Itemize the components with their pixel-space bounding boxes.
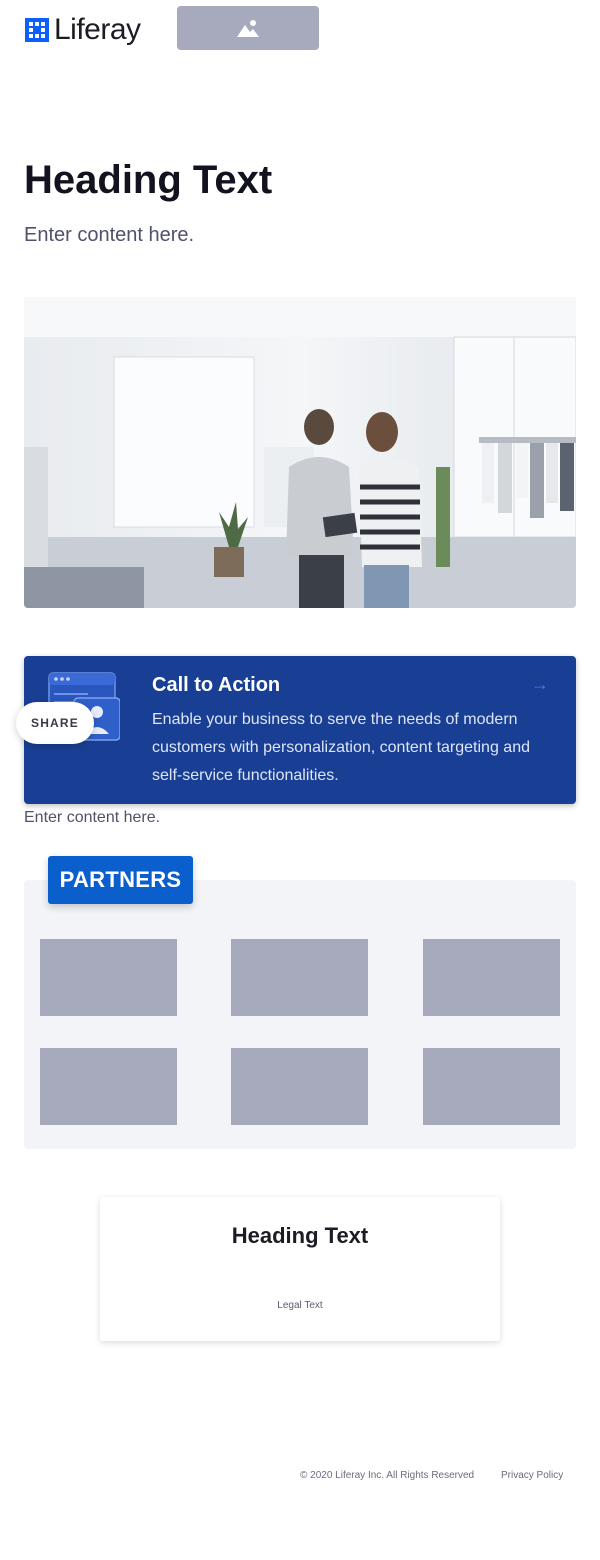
store-photo [24, 297, 576, 608]
partner-logo-placeholder [423, 939, 560, 1016]
partners-panel [24, 880, 576, 1149]
call-to-action-card[interactable]: Call to Action → Enable your business to… [24, 656, 576, 804]
hero-body-text: Enter content here. [24, 224, 195, 246]
logo-text: Liferay [54, 13, 141, 46]
photo-illustration [24, 297, 576, 608]
partner-logo-placeholder [40, 1048, 177, 1125]
liferay-logo[interactable]: Liferay [25, 14, 141, 46]
arrow-right-icon[interactable]: → [531, 673, 549, 695]
card-heading: Heading Text [231, 1223, 369, 1248]
legal-text: Legal Text [277, 1300, 323, 1311]
cta-title: Call to Action [152, 674, 281, 696]
image-placeholder[interactable] [177, 6, 319, 50]
partner-logo-placeholder [40, 939, 177, 1016]
header: Liferay [0, 0, 600, 60]
info-card: Heading Text Legal Text [100, 1197, 500, 1341]
copyright-text: © 2020 Liferay Inc. All Rights Reserved [300, 1470, 475, 1481]
page-title: Heading Text [24, 158, 273, 202]
partner-logo-placeholder [231, 939, 368, 1016]
share-button[interactable]: SHARE [16, 702, 94, 744]
content-text: Enter content here. [24, 809, 161, 826]
image-icon [237, 20, 259, 37]
partner-logo-placeholder [423, 1048, 560, 1125]
privacy-policy-link[interactable]: Privacy Policy [501, 1469, 563, 1483]
cta-description: Enable your business to serve the needs … [152, 711, 530, 784]
partner-logo-placeholder [231, 1048, 368, 1125]
liferay-logo-icon [25, 18, 49, 42]
partners-label: PARTNERS [48, 856, 193, 904]
